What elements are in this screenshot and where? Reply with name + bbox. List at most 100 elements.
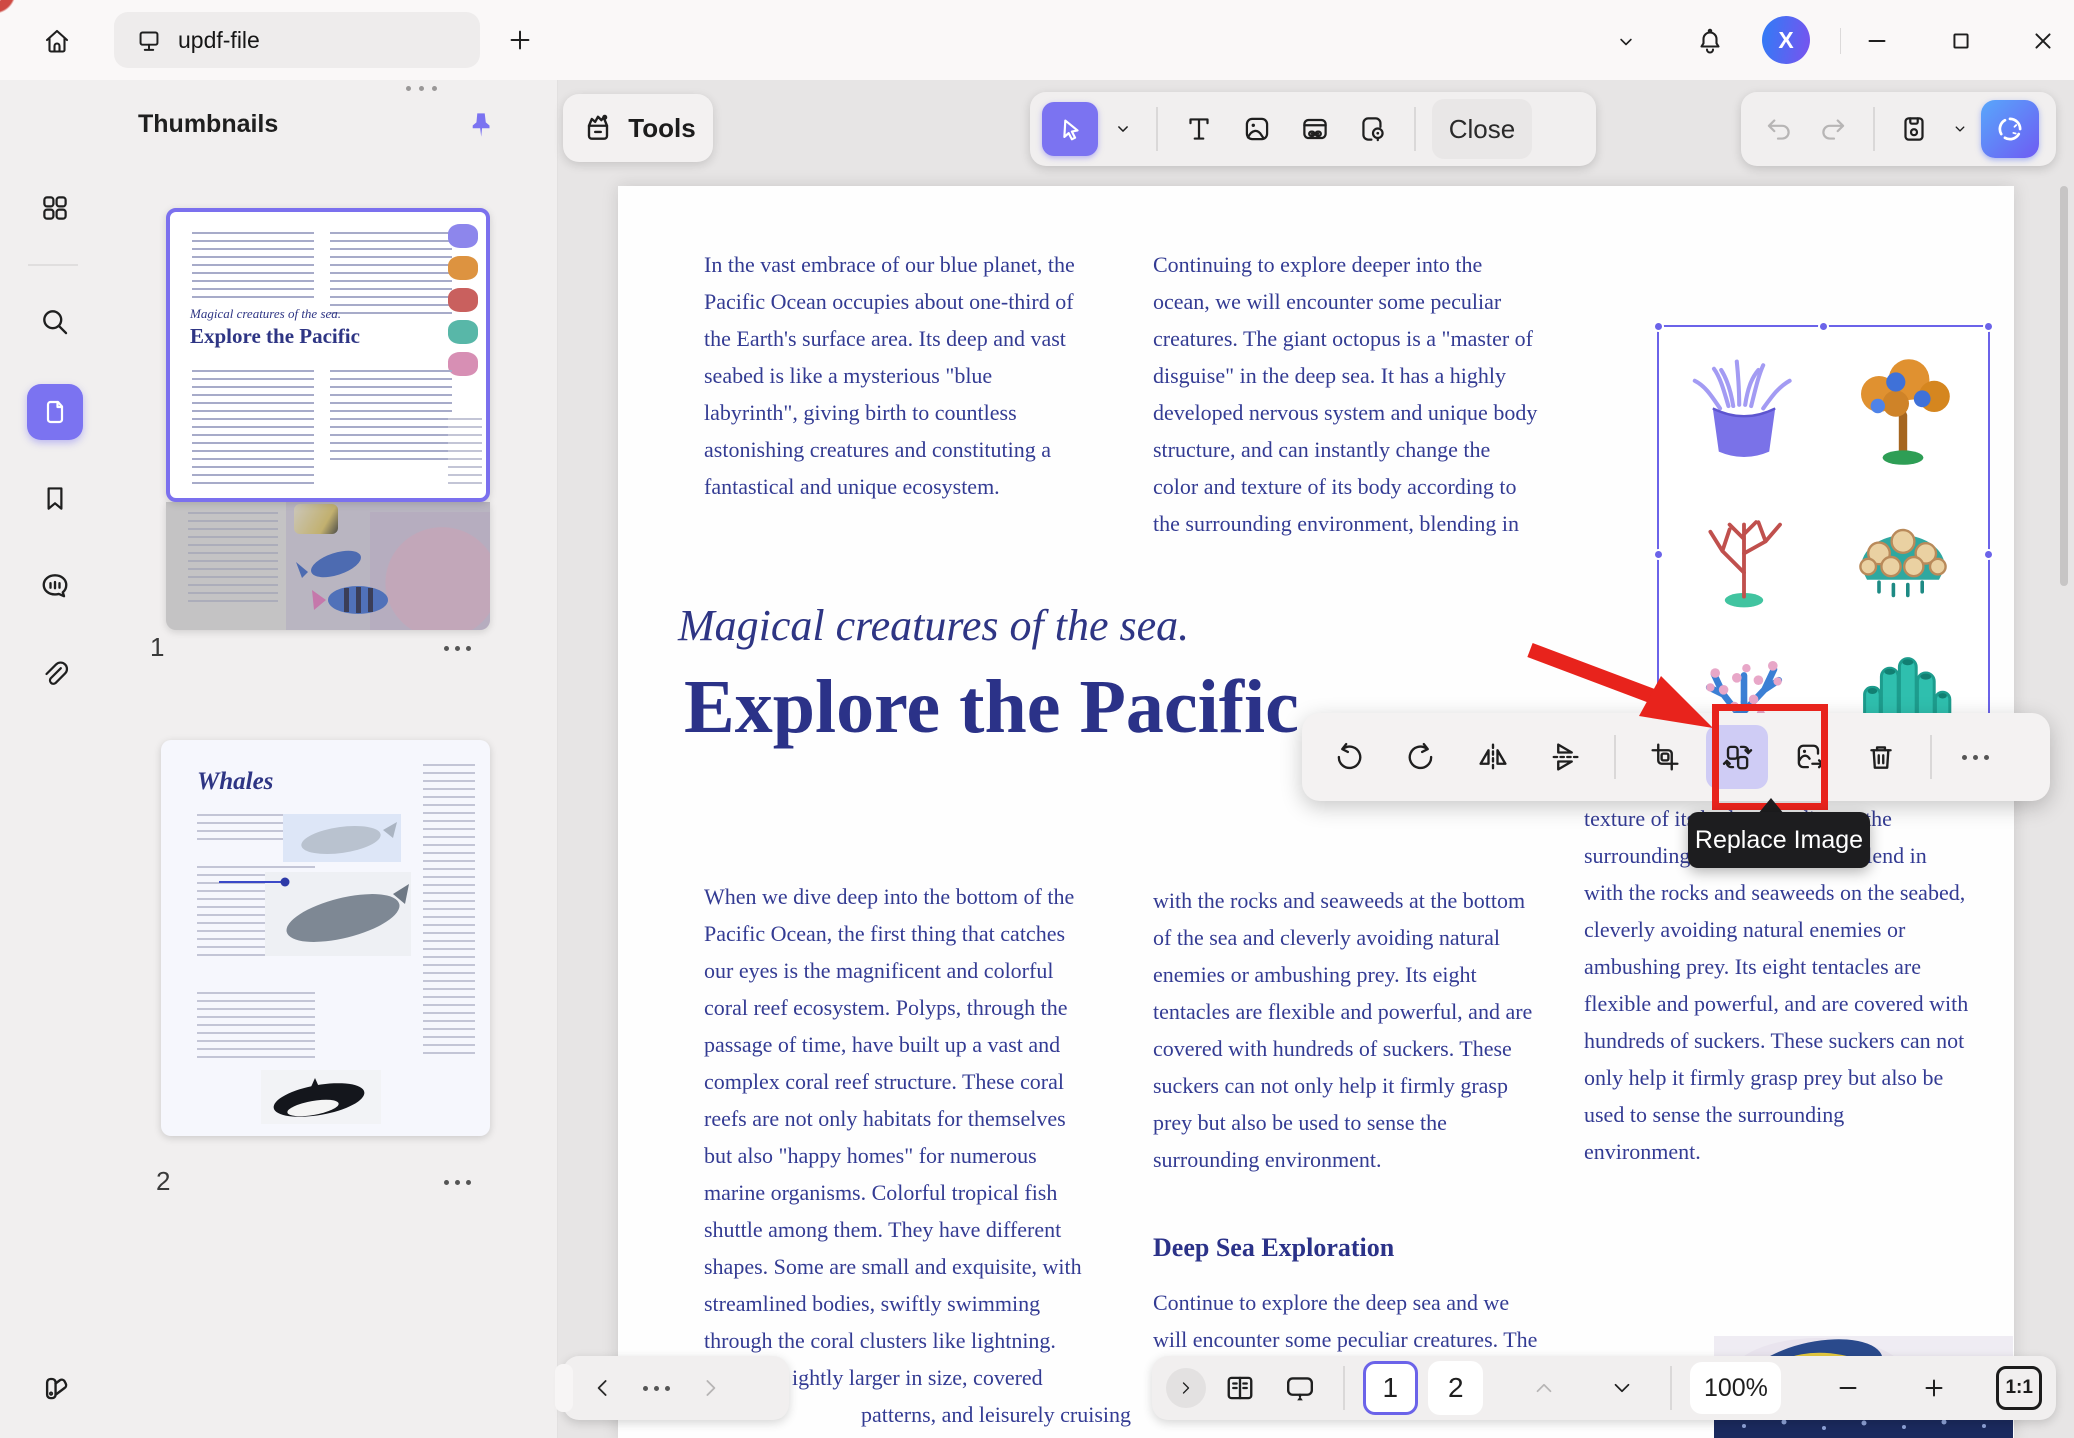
thumbnail-1-viewport: Magical creatures of the sea. Explore th… [166,208,490,502]
document-tab-icon [134,25,164,55]
next-page-button[interactable] [696,1374,724,1402]
selection-handle[interactable] [1983,549,1994,560]
pin-icon [464,108,498,142]
panel-title: Thumbnails [138,110,278,139]
purple-anemone-image [1679,346,1809,466]
redo-button[interactable] [1809,102,1859,156]
document-tab[interactable]: updf-file [114,12,480,68]
two-page-view-icon [1222,1370,1258,1406]
thumbnail-page-1[interactable]: Magical creatures of the sea. Explore th… [166,208,490,630]
pin-panel-button[interactable] [464,108,498,142]
sidebar-item-thumbnails[interactable] [27,384,83,440]
paragraph-2: Continuing to explore deeper into theoce… [1153,246,1537,542]
avatar[interactable]: X [1762,16,1810,64]
page-2-label: 2 [1448,1372,1464,1404]
title-bar: updf-file X [0,0,2074,80]
toolbar-divider [1614,735,1616,779]
thumb1-coral-strip [448,224,482,396]
actual-size-label: 1:1 [2005,1377,2032,1399]
minimize-button[interactable] [1854,18,1900,64]
page-1-button[interactable]: 1 [1363,1361,1418,1415]
previous-page-arrow-button[interactable] [1519,1361,1568,1415]
image-icon [1240,112,1274,146]
delete-image-button[interactable] [1850,725,1912,789]
maximize-button[interactable] [1938,18,1984,64]
thumb2-annotation-marker [217,876,293,888]
sidebar-item-comments[interactable] [33,564,77,608]
script-heading: Magical creatures of the sea. [678,600,1189,651]
undo-button[interactable] [1753,102,1803,156]
actual-size-button[interactable]: 1:1 [1996,1366,2042,1410]
stamp-tool-button[interactable] [1348,102,1398,156]
thumb1-text-block [448,418,482,488]
ai-swirl-icon [1992,111,2028,147]
link-tool-button[interactable] [1290,102,1340,156]
selection-handle[interactable] [1653,549,1664,560]
expand-panel-button[interactable] [1166,1368,1206,1408]
search-icon [37,304,73,340]
deep-sea-subheading: Deep Sea Exploration [1153,1233,1394,1263]
page-2-button[interactable]: 2 [1428,1361,1483,1415]
flip-vertical-icon [1547,739,1583,775]
apps-menu-button[interactable] [33,186,77,230]
tools-button[interactable]: Tools [563,94,713,162]
ai-assistant-button[interactable] [1981,100,2039,158]
thumb1-text-block [330,232,452,314]
minus-icon [1833,1373,1863,1403]
rotate-left-icon [1331,739,1367,775]
red-highlight-box [1712,704,1828,810]
select-tool-button[interactable] [1042,102,1098,156]
sidebar-item-attachments[interactable] [33,652,77,696]
main-area: In the vast embrace of our blue planet, … [558,80,2074,1438]
paragraph-5: Continue to explore the deep sea and wew… [1153,1284,1537,1358]
paragraph-3-fragment-1: ightly larger in size, covered [792,1359,1043,1396]
new-tab-button[interactable] [498,18,542,62]
thumbnail-page-2[interactable]: Whales [161,740,490,1136]
thumbnail-2-more-button[interactable] [444,1180,471,1185]
panel-drag-handle[interactable] [406,86,437,91]
orange-coral-image [1838,346,1968,466]
more-options-button[interactable] [1950,725,2000,789]
thumb1-main-heading: Explore the Pacific [190,324,360,349]
zoom-out-button[interactable] [1823,1361,1872,1415]
rotate-right-button[interactable] [1390,725,1452,789]
notifications-button[interactable] [1688,20,1732,64]
next-page-arrow-button[interactable] [1597,1361,1646,1415]
thumb2-text-block [423,764,475,1054]
bell-icon [1694,26,1726,58]
search-button[interactable] [33,300,77,344]
home-button[interactable] [34,18,80,64]
close-edit-button[interactable]: Close [1432,99,1532,159]
presentation-button[interactable] [1275,1361,1324,1415]
rotate-left-button[interactable] [1318,725,1380,789]
flip-horizontal-button[interactable] [1462,725,1524,789]
previous-page-button[interactable] [589,1374,617,1402]
image-tool-button[interactable] [1232,102,1282,156]
theme-swatches-button[interactable] [33,1366,77,1410]
save-dropdown[interactable] [1945,102,1975,156]
close-window-button[interactable] [2020,18,2066,64]
selection-handle[interactable] [1818,321,1829,332]
vertical-scrollbar[interactable] [2060,186,2068,586]
bottom-toolbar: 1 2 100% 1:1 [1152,1356,2056,1420]
red-annotation-arrow [1520,640,1730,740]
selection-handle[interactable] [1653,321,1664,332]
rotate-right-icon [1403,739,1439,775]
select-tool-dropdown[interactable] [1106,102,1140,156]
text-tool-button[interactable] [1174,102,1224,156]
two-page-view-button[interactable] [1216,1361,1265,1415]
save-button[interactable] [1889,102,1939,156]
redo-icon [1817,112,1851,146]
zoom-in-button[interactable] [1909,1361,1958,1415]
main-heading: Explore the Pacific [684,664,1299,751]
zoom-level[interactable]: 100% [1690,1362,1781,1414]
thumb2-whale-image-1 [283,814,401,862]
avatar-initial: X [1778,27,1793,54]
toolbar-divider [1343,1366,1345,1410]
tabs-dropdown-button[interactable] [1608,24,1644,60]
thumbnail-1-more-button[interactable] [444,646,471,651]
crop-icon [1647,739,1683,775]
nav-more-button[interactable] [643,1386,670,1391]
selection-handle[interactable] [1983,321,1994,332]
sidebar-item-bookmarks[interactable] [33,476,77,520]
